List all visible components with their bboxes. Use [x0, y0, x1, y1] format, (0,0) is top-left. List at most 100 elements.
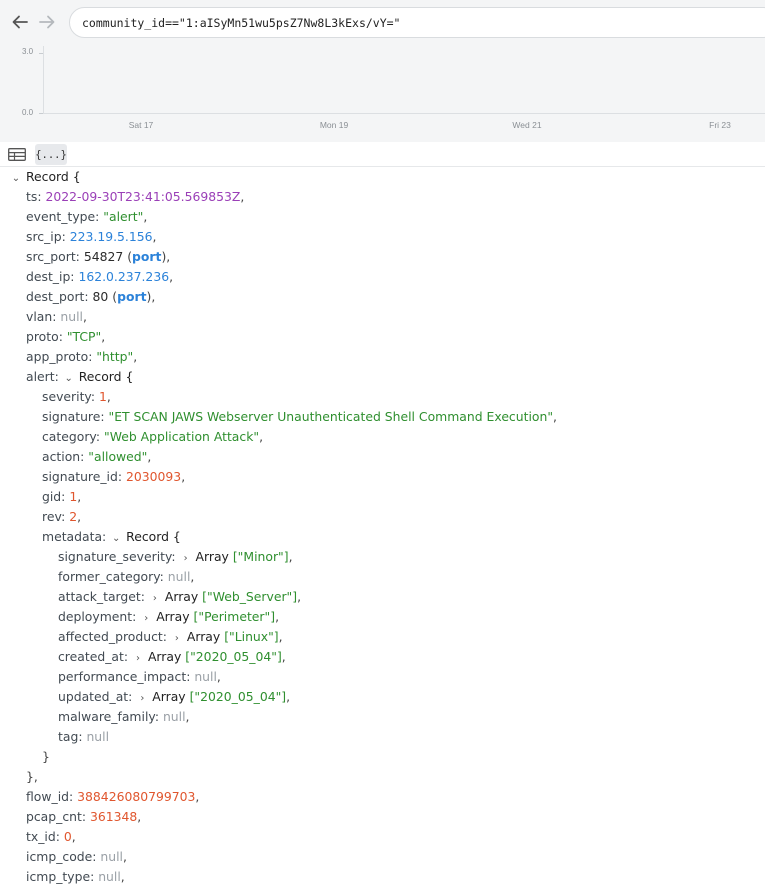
field-row: icmp_code: null,: [26, 849, 127, 864]
field-value[interactable]: ["2020_05_04"]: [190, 689, 287, 704]
field-value[interactable]: null: [100, 849, 123, 864]
chevron-right-icon[interactable]: ›: [171, 629, 183, 649]
field-value[interactable]: ["Perimeter"]: [194, 609, 276, 624]
field-key: vlan:: [26, 309, 57, 324]
search-field[interactable]: [69, 7, 765, 38]
field-row: rev: 2,: [42, 509, 82, 524]
field-row: proto: "TCP",: [26, 329, 106, 344]
array-label: Array: [164, 589, 199, 604]
field-row: tx_id: 0,: [26, 829, 76, 844]
field-row: signature_id: 2030093,: [42, 469, 186, 484]
field-row: pcap_cnt: 361348,: [26, 809, 142, 824]
field-row: created_at: › Array ["2020_05_04"],: [58, 647, 286, 667]
chevron-right-icon[interactable]: ›: [149, 589, 161, 609]
field-value[interactable]: 2030093: [126, 469, 181, 484]
field-value[interactable]: 361348: [90, 809, 137, 824]
field-key: tx_id:: [26, 829, 60, 844]
field-key: signature_severity:: [58, 549, 176, 564]
array-label: Array: [147, 649, 182, 664]
table-icon: [8, 148, 26, 161]
histogram-x-label: Wed 21: [512, 120, 542, 130]
field-row: icmp_type: null,: [26, 869, 125, 884]
field-row: malware_family: null,: [58, 709, 190, 724]
field-value[interactable]: ["2020_05_04"]: [185, 649, 282, 664]
chevron-down-icon[interactable]: ⌄: [110, 529, 122, 549]
field-row: action: "allowed",: [42, 449, 152, 464]
field-value[interactable]: "Web Application Attack": [104, 429, 259, 444]
field-key: proto:: [26, 329, 63, 344]
field-value[interactable]: ["Minor"]: [233, 549, 289, 564]
field-value[interactable]: ["Linux"]: [224, 629, 278, 644]
json-view-button[interactable]: {...}: [35, 144, 67, 165]
field-value[interactable]: null: [98, 869, 121, 884]
field-value[interactable]: null: [168, 569, 191, 584]
field-key: icmp_code:: [26, 849, 97, 864]
field-key: deployment:: [58, 609, 137, 624]
field-row: severity: 1,: [42, 389, 111, 404]
chevron-right-icon[interactable]: ›: [140, 609, 152, 629]
chevron-right-icon[interactable]: ›: [136, 689, 148, 709]
field-value[interactable]: 2: [69, 509, 77, 524]
field-row: app_proto: "http",: [26, 349, 138, 364]
chevron-right-icon[interactable]: ›: [132, 649, 144, 669]
chevron-right-icon[interactable]: ›: [180, 549, 192, 569]
histogram-x-label: Fri 23: [709, 120, 731, 130]
type-annotation: port: [132, 249, 162, 264]
chevron-down-icon[interactable]: ⌄: [63, 369, 75, 389]
field-value[interactable]: 1: [99, 389, 107, 404]
field-value[interactable]: "TCP": [67, 329, 101, 344]
field-value[interactable]: "http": [96, 349, 133, 364]
table-view-button[interactable]: [4, 144, 30, 165]
field-row: affected_product: › Array ["Linux"],: [58, 627, 283, 647]
field-value[interactable]: "ET SCAN JAWS Webserver Unauthenticated …: [109, 409, 554, 424]
back-button[interactable]: [8, 10, 32, 34]
field-value[interactable]: 388426080799703: [77, 789, 195, 804]
histogram-y-label-max: 3.0: [22, 47, 34, 56]
histogram-y-label-min: 0.0: [22, 108, 34, 117]
array-label: Array: [195, 549, 229, 564]
field-value[interactable]: "alert": [103, 209, 143, 224]
field-value[interactable]: 54827: [84, 249, 123, 264]
field-value[interactable]: null: [163, 709, 186, 724]
search-input[interactable]: [82, 15, 765, 30]
record-root[interactable]: ⌄ Record {: [10, 167, 81, 187]
field-row: attack_target: › Array ["Web_Server"],: [58, 587, 301, 607]
field-value[interactable]: null: [194, 669, 217, 684]
chevron-down-icon[interactable]: ⌄: [10, 169, 22, 189]
field-key: attack_target:: [58, 589, 145, 604]
field-row: tag: null: [58, 727, 109, 747]
field-key: signature_id:: [42, 469, 123, 484]
field-value[interactable]: "allowed": [88, 449, 147, 464]
field-value[interactable]: 0: [64, 829, 72, 844]
field-row: signature: "ET SCAN JAWS Webserver Unaut…: [42, 409, 557, 424]
field-value[interactable]: 223.19.5.156: [70, 229, 153, 244]
arrow-right-icon: [39, 15, 55, 29]
record-label: Record {: [126, 529, 181, 544]
field-row: event_type: "alert",: [26, 209, 148, 224]
histogram-y-axis: [43, 46, 44, 114]
field-value[interactable]: ["Web_Server"]: [202, 589, 297, 604]
field-value[interactable]: 2022-09-30T23:41:05.569853Z: [45, 189, 240, 204]
histogram-y-tick: [39, 53, 43, 54]
forward-button[interactable]: [35, 10, 59, 34]
field-key: malware_family:: [58, 709, 159, 724]
field-row: updated_at: › Array ["2020_05_04"],: [58, 687, 290, 707]
record-label: Record {: [25, 169, 81, 184]
view-toolbar: {...}: [0, 142, 765, 167]
field-row: ts: 2022-09-30T23:41:05.569853Z,: [26, 189, 245, 204]
field-value[interactable]: null: [86, 729, 109, 744]
field-key: ts:: [26, 189, 42, 204]
field-row: dest_port: 80 (port),: [26, 289, 156, 304]
field-row: signature_severity: › Array ["Minor"],: [58, 547, 293, 567]
alert-record-row[interactable]: alert: ⌄ Record {: [26, 367, 133, 387]
field-row: src_port: 54827 (port),: [26, 249, 171, 264]
field-key: pcap_cnt:: [26, 809, 87, 824]
field-value[interactable]: 162.0.237.236: [78, 269, 169, 284]
field-key: former_category:: [58, 569, 164, 584]
metadata-record-row[interactable]: metadata: ⌄ Record {: [42, 527, 181, 547]
field-value[interactable]: null: [60, 309, 83, 324]
field-value[interactable]: 80: [93, 289, 109, 304]
array-label: Array: [152, 689, 186, 704]
type-annotation: port: [117, 289, 147, 304]
field-key: app_proto:: [26, 349, 93, 364]
